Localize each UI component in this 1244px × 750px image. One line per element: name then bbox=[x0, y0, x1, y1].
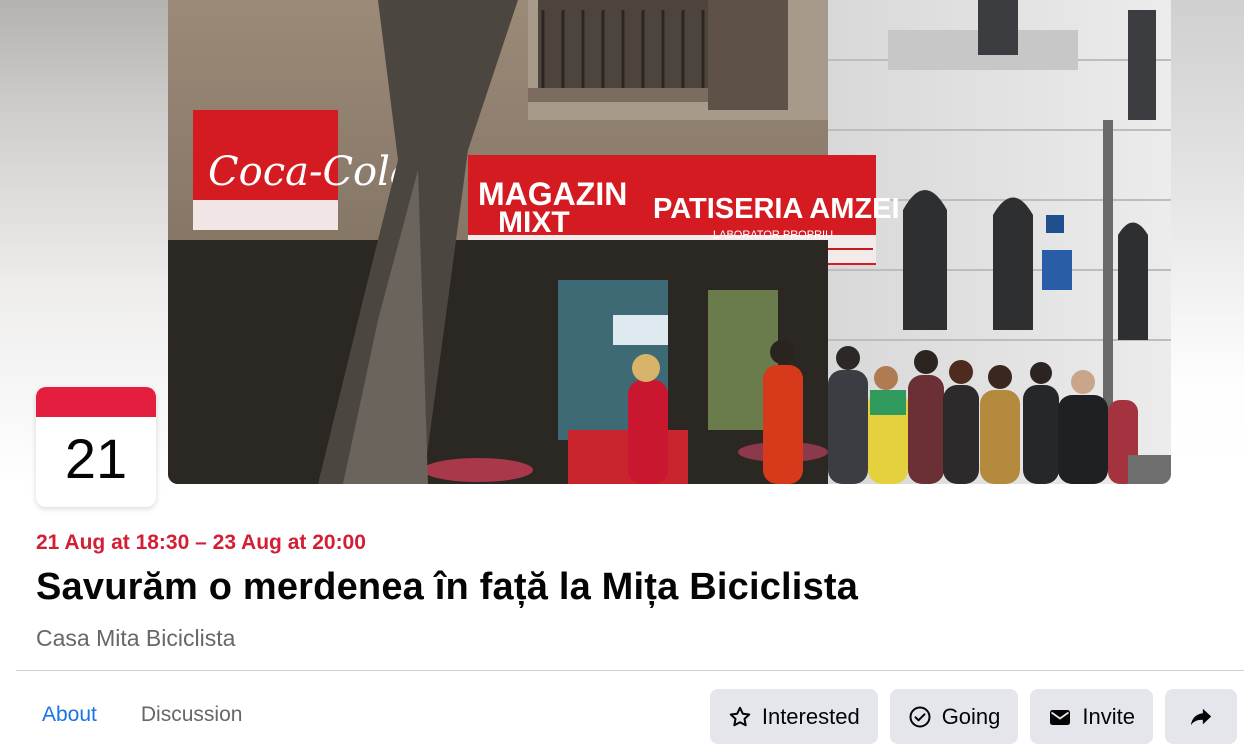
event-calendar-badge: 21 bbox=[36, 387, 156, 507]
envelope-icon bbox=[1048, 705, 1072, 729]
calendar-day-number: 21 bbox=[64, 427, 128, 490]
event-action-buttons: Interested Going Invite bbox=[709, 689, 1237, 744]
event-title: Savurăm o merdenea în față la Mița Bicic… bbox=[36, 566, 859, 608]
check-circle-icon bbox=[908, 705, 932, 729]
cover-photo-illustration: Coca-Cola MAGAZIN MIXT PATISERIA AMZEI L… bbox=[168, 0, 1171, 484]
invite-label: Invite bbox=[1082, 703, 1135, 729]
tab-discussion[interactable]: Discussion bbox=[119, 688, 265, 746]
laborator-sign: LABORATOR PROPRIU bbox=[713, 229, 833, 241]
event-date-range: 21 Aug at 18:30 – 23 Aug at 20:00 bbox=[36, 531, 366, 554]
patiseria-sign: PATISERIA AMZEI bbox=[653, 193, 900, 225]
mixt-sign: MIXT bbox=[498, 206, 570, 239]
share-button[interactable] bbox=[1165, 689, 1237, 744]
going-button[interactable]: Going bbox=[889, 689, 1019, 744]
calendar-badge-header bbox=[36, 387, 156, 417]
interested-label: Interested bbox=[761, 703, 860, 729]
cover-area: Coca-Cola MAGAZIN MIXT PATISERIA AMZEI L… bbox=[0, 0, 1244, 485]
cover-blur-right bbox=[1170, 0, 1244, 485]
tab-about[interactable]: About bbox=[20, 688, 119, 746]
interested-button[interactable]: Interested bbox=[709, 689, 878, 744]
going-label: Going bbox=[941, 703, 1001, 729]
coca-cola-sign: Coca-Cola bbox=[208, 149, 414, 195]
star-icon bbox=[728, 705, 752, 729]
invite-button[interactable]: Invite bbox=[1030, 689, 1153, 744]
event-host-link[interactable]: Casa Mita Biciclista bbox=[36, 625, 235, 652]
event-cover-photo[interactable]: Coca-Cola MAGAZIN MIXT PATISERIA AMZEI L… bbox=[168, 0, 1171, 484]
section-divider bbox=[16, 670, 1244, 671]
event-tabs: About Discussion bbox=[20, 688, 264, 746]
share-arrow-icon bbox=[1189, 705, 1213, 729]
